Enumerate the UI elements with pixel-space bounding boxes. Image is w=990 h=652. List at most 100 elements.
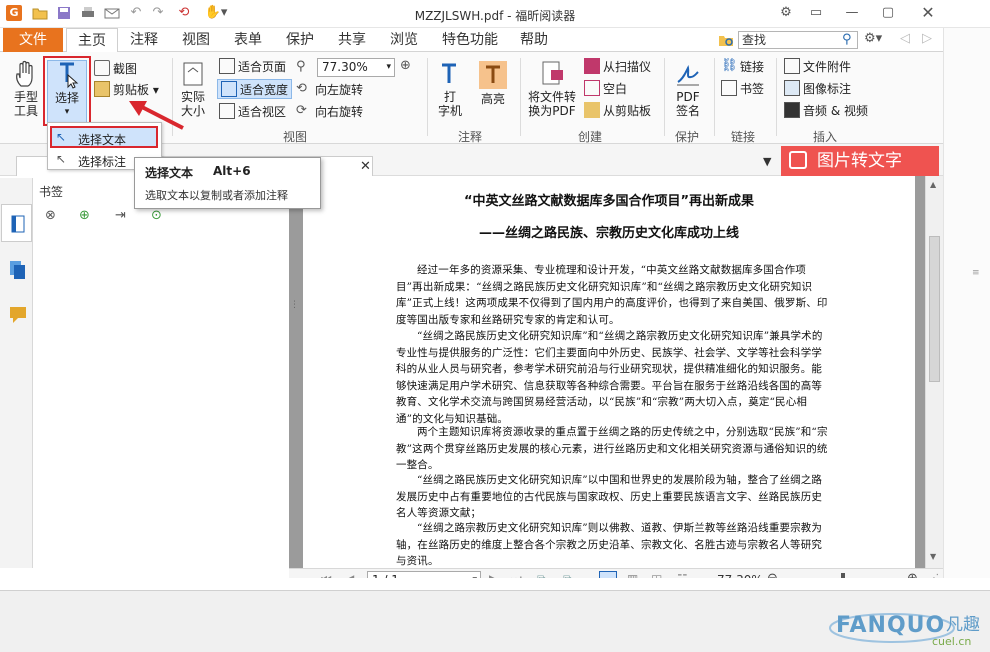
audio-video-label: 音频 & 视频 [803, 104, 868, 118]
fit-visible-button[interactable]: 适合视区 [219, 102, 286, 122]
fit-width-icon [221, 81, 237, 97]
clipboard-icon [94, 81, 110, 97]
separator [714, 58, 715, 136]
fit-visible-label: 适合视区 [238, 105, 287, 119]
screenshot-button[interactable]: 截图 [94, 59, 137, 79]
group-create-label: 创建 [577, 130, 602, 144]
bookmark-label: 书签 [740, 82, 765, 96]
pdf-sign-button[interactable]: PDF 签名 [670, 60, 706, 118]
restore-ribbon-icon[interactable]: ▭ [806, 4, 826, 22]
rotate-left-label: 向左旋转 [315, 83, 364, 97]
tab-protect[interactable]: 保护 [278, 28, 322, 52]
nav-back-icon[interactable]: ◁ [900, 31, 910, 46]
scanner-icon [584, 58, 600, 74]
bookmark-properties-icon[interactable]: ⇥ [115, 208, 126, 223]
tab-file[interactable]: 文件 [3, 28, 63, 52]
typewriter-button[interactable]: 打 字机 [433, 60, 467, 118]
search-input[interactable]: 查找 [738, 31, 858, 49]
scrollbar-thumb[interactable] [929, 236, 940, 382]
document-paragraph: “丝绸之路民族历史文化研究知识库”以中国和世界史的发展阶段为轴，整合了丝绸之路发… [396, 474, 823, 520]
settings-dropdown-icon[interactable]: ⚙▾ [864, 31, 882, 46]
pdf-page[interactable]: “中英文丝路文献数据库多国合作项目”再出新成果 ——丝绸之路民族、宗教历史文化库… [303, 176, 915, 568]
select-label: 选择 [54, 91, 79, 105]
separator [427, 58, 428, 136]
nav-bookmarks-tab[interactable] [1, 204, 32, 242]
delete-bookmark-icon[interactable]: ⊗ [45, 208, 56, 223]
zoom-out-icon[interactable]: ⚲ [296, 59, 306, 74]
tab-features[interactable]: 特色功能 [434, 28, 506, 52]
rotate-right-icon: ⟳ [296, 103, 307, 118]
tab-help[interactable]: 帮助 [512, 28, 556, 52]
scroll-up-icon[interactable]: ▲ [930, 180, 936, 189]
blank-page-icon [584, 80, 600, 96]
search-icon[interactable]: ⚲ [842, 32, 852, 47]
image-annot-label: 图像标注 [803, 82, 852, 96]
image-to-text-button[interactable]: 图片转文字 [781, 146, 939, 176]
minimize-button[interactable]: — [842, 4, 862, 22]
tab-share[interactable]: 共享 [330, 28, 374, 52]
group-comment-label: 注释 [457, 130, 482, 144]
tab-home[interactable]: 主页 [66, 28, 118, 53]
file-attach-label: 文件附件 [803, 60, 852, 74]
blank-button[interactable]: 空白 [584, 79, 627, 99]
typewriter-label: 打 字机 [437, 90, 462, 118]
signature-icon [677, 64, 699, 86]
select-dropdown-arrow-icon: ▾ [64, 107, 70, 117]
tab-form[interactable]: 表单 [226, 28, 270, 52]
zoom-select[interactable]: 77.30% ▾ [317, 58, 395, 77]
chevron-down-icon: ▾ [386, 62, 391, 72]
scroll-down-icon[interactable]: ▼ [930, 552, 936, 561]
document-title: “中英文丝路文献数据库多国合作项目”再出新成果 [463, 194, 755, 209]
nav-forward-icon[interactable]: ▷ [922, 31, 932, 46]
fit-visible-icon [219, 103, 235, 119]
image-annotation-button[interactable]: 图像标注 [784, 79, 851, 99]
tab-browse[interactable]: 浏览 [382, 28, 426, 52]
tab-comment[interactable]: 注释 [122, 28, 166, 52]
from-scanner-button[interactable]: 从扫描仪 [584, 57, 651, 77]
tooltip-description: 选取文本以复制或者添加注释 [145, 189, 288, 202]
bookmark-button[interactable]: 书签 [721, 79, 764, 99]
select-text-icon: ↖ [56, 130, 67, 144]
tooltip-shortcut: Alt+6 [213, 164, 251, 178]
rotate-right-button[interactable]: ⟳ 向右旋转 [296, 102, 363, 122]
pages-panel-icon[interactable] [9, 260, 27, 280]
audio-video-button[interactable]: 音频 & 视频 [784, 101, 868, 121]
zoom-in-icon[interactable]: ⊕ [400, 58, 411, 73]
close-button[interactable]: ✕ [918, 4, 938, 22]
select-button[interactable]: 选择 ▾ [47, 60, 87, 124]
rotate-left-button[interactable]: ⟲ 向左旋转 [296, 80, 363, 100]
fit-width-button[interactable]: 适合宽度 [217, 79, 293, 99]
add-bookmark-icon[interactable]: ⊕ [79, 208, 90, 223]
expand-bookmark-icon[interactable]: ⊙ [151, 208, 162, 223]
fit-page-button[interactable]: 适合页面 [219, 57, 286, 77]
find-folder-icon [719, 36, 733, 46]
close-tab-icon[interactable]: ✕ [360, 159, 371, 174]
right-splitter-icon[interactable]: ≡ [972, 268, 980, 278]
link-label: 链接 [740, 60, 765, 74]
highlight-button[interactable]: 高亮 [475, 60, 511, 106]
image-icon [784, 80, 800, 96]
clipboard-button[interactable]: 剪贴板 ▾ [94, 80, 159, 100]
hand-tool-button[interactable]: 手型 工具 [6, 60, 46, 118]
comments-panel-icon[interactable] [9, 306, 29, 324]
from-clipboard-label: 从剪贴板 [603, 104, 652, 118]
gear-icon[interactable]: ⚙ [776, 4, 796, 22]
file-attachment-button[interactable]: 文件附件 [784, 57, 851, 77]
link-button[interactable]: ⛓ 链接 [721, 57, 764, 77]
image-to-text-label: 图片转文字 [817, 151, 902, 171]
tab-view[interactable]: 视图 [174, 28, 218, 52]
annotation-arrow-icon [129, 101, 184, 130]
hand-tool-label: 手型 工具 [13, 90, 38, 118]
highlight-label: 高亮 [480, 92, 505, 106]
bookmark-panel-icon [11, 215, 25, 233]
vertical-scrollbar[interactable]: ▲ ▼ [925, 176, 943, 568]
convert-to-pdf-button[interactable]: 将文件转 换为PDF [524, 60, 580, 118]
clipboard-label: 剪贴板 [113, 83, 150, 97]
rotate-left-icon: ⟲ [296, 81, 307, 96]
ribbon-tabs: 文件 主页 注释 视图 表单 保护 共享 浏览 特色功能 帮助 查找 ⚲ ⚙▾ … [0, 28, 990, 53]
maximize-button[interactable]: ▢ [878, 4, 898, 22]
title-bar: G ↶ ↷ ⟲ ✋▾ MZZJLSWH.pdf - 福昕阅读器 ⚙ ▭ — ▢ … [0, 0, 990, 28]
from-clipboard-button[interactable]: 从剪贴板 [584, 101, 651, 121]
tab-list-dropdown-icon[interactable]: ▼ [763, 155, 771, 168]
splitter-handle-icon[interactable]: ⋮ [290, 300, 299, 330]
